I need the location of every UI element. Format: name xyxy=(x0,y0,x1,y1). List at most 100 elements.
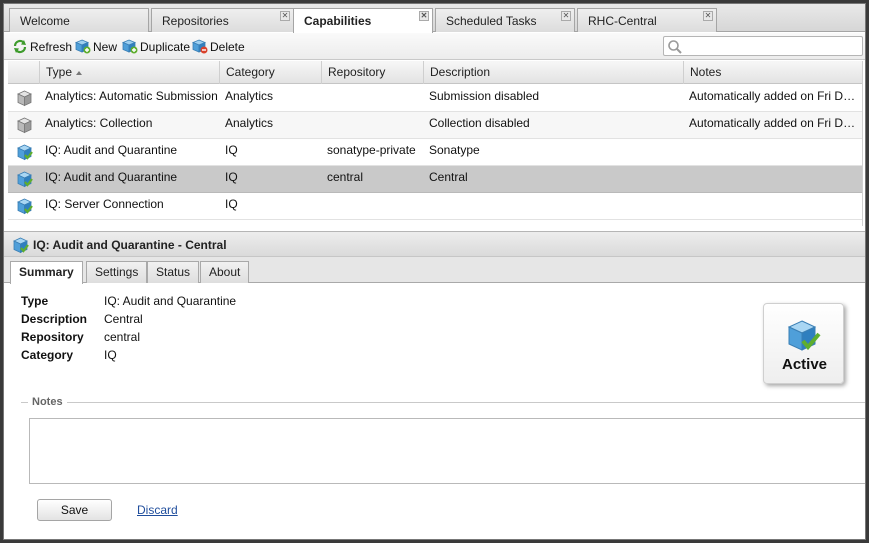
tab-label: Capabilities xyxy=(304,14,372,28)
cell-description: Sonatype xyxy=(429,143,480,157)
description-value: Central xyxy=(104,312,143,326)
blue-cube-check-icon xyxy=(17,171,33,188)
cell-type: IQ: Audit and Quarantine xyxy=(45,143,178,157)
notes-legend: Notes xyxy=(28,396,67,408)
column-header-label: Type xyxy=(46,65,73,79)
cell-notes: Automatically added on Fri Dec ... xyxy=(689,89,861,103)
delete-button[interactable]: Delete xyxy=(192,38,245,55)
cell-type: Analytics: Automatic Submission xyxy=(45,89,218,103)
tab-label: Repositories xyxy=(162,14,229,28)
duplicate-label: Duplicate xyxy=(140,39,191,54)
capabilities-grid: Type Category Repository Description Not… xyxy=(8,61,863,226)
cell-repository: central xyxy=(327,170,364,184)
cell-repository: sonatype-private xyxy=(327,143,416,157)
cell-category: Analytics xyxy=(225,116,274,130)
gray-cube-icon xyxy=(17,90,32,107)
cell-description: Central xyxy=(429,170,468,184)
column-header-icon xyxy=(8,61,39,84)
column-header-label: Category xyxy=(226,65,275,79)
tab-label: RHC-Central xyxy=(588,14,657,28)
search-input[interactable] xyxy=(663,36,863,56)
blue-cube-check-icon xyxy=(13,237,29,254)
blue-cube-check-icon xyxy=(17,198,33,215)
column-header-label: Repository xyxy=(328,65,386,79)
column-header-label: Notes xyxy=(690,65,722,79)
sort-ascending-icon xyxy=(76,70,83,75)
close-icon[interactable]: ✕ xyxy=(703,11,713,21)
tab-capabilities[interactable]: Capabilities ✕ xyxy=(293,8,433,33)
repository-value: central xyxy=(104,330,141,344)
new-label: New xyxy=(93,39,118,54)
grid-header: Type Category Repository Description Not… xyxy=(8,61,862,84)
refresh-label: Refresh xyxy=(30,39,73,54)
notes-divider xyxy=(21,402,865,403)
cell-repository xyxy=(321,85,423,111)
delete-label: Delete xyxy=(210,39,245,54)
table-row[interactable]: Analytics: Automatic Submission Analytic… xyxy=(8,85,862,112)
notes-textarea[interactable] xyxy=(29,418,865,484)
blue-cube-check-icon xyxy=(17,144,33,161)
type-label: Type xyxy=(21,294,49,308)
cell-description: Submission disabled xyxy=(429,89,540,103)
detail-title: IQ: Audit and Quarantine - Central xyxy=(33,238,227,252)
cell-category: Analytics xyxy=(225,89,274,103)
cell-repository xyxy=(321,112,423,138)
cell-type: IQ: Audit and Quarantine xyxy=(45,170,178,184)
column-header-notes[interactable]: Notes xyxy=(683,61,862,84)
cell-repository xyxy=(321,193,423,219)
column-header-description[interactable]: Description xyxy=(423,61,683,84)
column-header-type[interactable]: Type xyxy=(39,61,219,84)
active-capability-icon xyxy=(787,320,821,351)
cell-type: Analytics: Collection xyxy=(45,116,153,130)
new-capability-icon xyxy=(75,39,91,54)
duplicate-button[interactable]: Duplicate xyxy=(122,38,190,55)
discard-link[interactable]: Discard xyxy=(137,503,178,517)
cell-category: IQ xyxy=(225,197,238,211)
column-header-label: Description xyxy=(430,65,491,79)
gray-cube-icon xyxy=(17,117,32,134)
tab-scheduled-tasks[interactable]: Scheduled Tasks ✕ xyxy=(435,8,575,32)
category-value: IQ xyxy=(104,348,117,362)
cell-notes xyxy=(683,139,861,165)
delete-capability-icon xyxy=(192,39,208,54)
column-header-repository[interactable]: Repository xyxy=(321,61,423,84)
type-value: IQ: Audit and Quarantine xyxy=(104,294,237,308)
tab-rhc-central[interactable]: RHC-Central ✕ xyxy=(577,8,717,32)
detail-panel-header: IQ: Audit and Quarantine - Central xyxy=(4,231,865,257)
close-icon[interactable]: ✕ xyxy=(561,11,571,21)
cell-category: IQ xyxy=(225,143,238,157)
tab-welcome[interactable]: Welcome xyxy=(9,8,149,32)
main-tab-strip: Welcome Repositories ✕ Capabilities ✕ Sc… xyxy=(4,4,865,33)
cell-notes xyxy=(683,166,861,192)
tab-status[interactable]: Status xyxy=(147,261,200,283)
description-label: Description xyxy=(21,312,88,326)
tab-label: Settings xyxy=(95,265,139,279)
close-icon[interactable]: ✕ xyxy=(280,11,290,21)
save-button[interactable]: Save xyxy=(37,499,112,521)
tab-settings[interactable]: Settings xyxy=(86,261,148,283)
table-row[interactable]: IQ: Server Connection IQ xyxy=(8,193,862,220)
cell-description xyxy=(423,193,683,219)
cell-category: IQ xyxy=(225,170,238,184)
table-row-selected[interactable]: IQ: Audit and Quarantine IQ central Cent… xyxy=(8,166,862,193)
capabilities-toolbar: Refresh New Duplicate Delete xyxy=(4,33,865,60)
table-row[interactable]: Analytics: Collection Analytics Collecti… xyxy=(8,112,862,139)
new-button[interactable]: New xyxy=(75,38,117,55)
column-header-category[interactable]: Category xyxy=(219,61,321,84)
tab-label: Scheduled Tasks xyxy=(446,14,537,28)
table-row[interactable]: IQ: Audit and Quarantine IQ sonatype-pri… xyxy=(8,139,862,166)
tab-about[interactable]: About xyxy=(200,261,250,283)
status-badge: Active xyxy=(763,303,844,384)
close-icon[interactable]: ✕ xyxy=(419,11,429,21)
tab-label: Summary xyxy=(19,265,74,279)
detail-tab-strip: Summary Settings Status About xyxy=(4,257,865,284)
duplicate-icon xyxy=(122,39,138,54)
tab-summary[interactable]: Summary xyxy=(10,261,83,284)
search-icon xyxy=(668,40,682,54)
capabilities-window: Welcome Repositories ✕ Capabilities ✕ Sc… xyxy=(3,3,866,540)
status-text: Active xyxy=(781,356,828,373)
tab-label: Status xyxy=(156,265,191,279)
refresh-button[interactable]: Refresh xyxy=(12,38,72,55)
tab-label: Welcome xyxy=(20,14,70,28)
tab-repositories[interactable]: Repositories ✕ xyxy=(151,8,294,32)
